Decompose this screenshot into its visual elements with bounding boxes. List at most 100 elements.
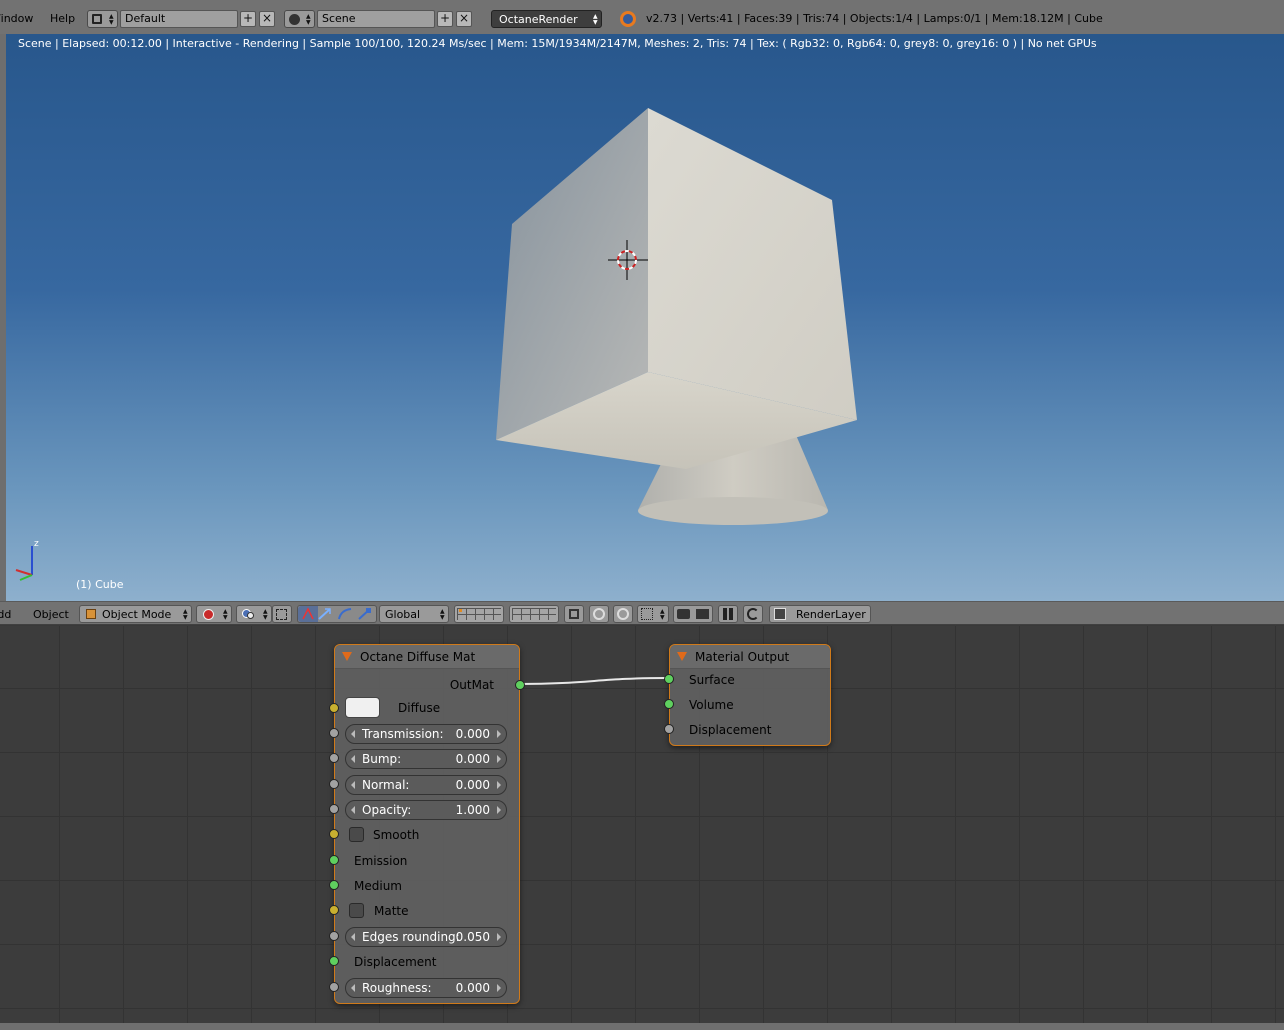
updown-icon: ▲ ▼ (660, 608, 665, 621)
render-animation-icon[interactable] (696, 609, 709, 619)
menu-object[interactable]: Object (33, 608, 69, 621)
matte-socket[interactable] (329, 905, 339, 915)
axis-gizmo-icon (15, 546, 33, 581)
bottom-edge (0, 1023, 1284, 1030)
proportional-edit-button[interactable] (589, 605, 609, 623)
increment-arrow-icon[interactable] (497, 984, 501, 992)
cube-mode-icon (86, 609, 96, 619)
normal-slider[interactable]: Normal: 0.000 (345, 775, 507, 795)
displacement-label: Displacement (354, 955, 437, 969)
displacement-input-socket[interactable] (329, 956, 339, 966)
edges-rounding-slider[interactable]: Edges rounding: 0.050 (345, 927, 507, 947)
increment-arrow-icon[interactable] (497, 730, 501, 738)
surface-socket[interactable] (664, 674, 674, 684)
decrement-arrow-icon[interactable] (351, 755, 355, 763)
increment-arrow-icon[interactable] (497, 806, 501, 814)
medium-socket[interactable] (329, 880, 339, 890)
menu-help[interactable]: Help (50, 12, 75, 25)
render-layer-icon (774, 608, 786, 620)
viewport-shading-dropdown[interactable]: ▲ ▼ (196, 605, 232, 623)
emission-socket[interactable] (329, 855, 339, 865)
pause-button[interactable] (718, 605, 738, 623)
snap-toggle-button[interactable] (613, 605, 633, 623)
diffuse-color-swatch[interactable] (345, 697, 380, 718)
node-title: Octane Diffuse Mat (360, 650, 476, 664)
volume-socket[interactable] (664, 699, 674, 709)
pause-icon-bar (729, 608, 733, 620)
decrement-arrow-icon[interactable] (351, 781, 355, 789)
bump-slider[interactable]: Bump: 0.000 (345, 749, 507, 769)
increment-arrow-icon[interactable] (497, 781, 501, 789)
menu-window[interactable]: Window (0, 12, 33, 25)
layout-icon (92, 14, 102, 24)
magnet-icon (617, 608, 629, 620)
screen-layout-name[interactable]: Default (120, 10, 238, 28)
scene-selector[interactable]: ▲ ▼ (284, 10, 315, 28)
surface-label: Surface (689, 673, 735, 687)
node-header[interactable]: Material Output (670, 645, 830, 669)
opacity-socket[interactable] (329, 804, 339, 814)
outmat-socket[interactable] (515, 680, 525, 690)
render-layer-field[interactable]: RenderLayer (769, 605, 871, 623)
roughness-slider[interactable]: Roughness: 0.000 (345, 978, 507, 998)
transmission-socket[interactable] (329, 728, 339, 738)
add-scene-button[interactable]: + (437, 11, 453, 27)
refresh-icon (747, 608, 759, 620)
layer-buttons-a[interactable] (454, 605, 504, 623)
3d-viewport[interactable]: Scene | Elapsed: 00:12.00 | Interactive … (6, 34, 1284, 602)
top-header: Window Help ▲▼ Default + × ▲▼ Scene + × … (0, 0, 1284, 38)
node-title: Material Output (695, 650, 790, 664)
manipulator-icons (302, 607, 371, 620)
layer-buttons-b[interactable] (509, 605, 559, 623)
bump-socket[interactable] (329, 753, 339, 763)
smooth-checkbox[interactable] (349, 827, 364, 842)
transmission-slider[interactable]: Transmission: 0.000 (345, 724, 507, 744)
add-layout-button[interactable]: + (240, 11, 256, 27)
collapse-triangle-icon[interactable] (342, 652, 352, 661)
octane-diffuse-node[interactable]: Octane Diffuse Mat OutMat Diffuse Transm… (329, 644, 525, 1004)
snap-element-dropdown[interactable]: ▲ ▼ (637, 605, 669, 623)
matte-checkbox[interactable] (349, 903, 364, 918)
medium-label: Medium (354, 879, 402, 893)
updown-icon: ▲ ▼ (593, 13, 598, 26)
opacity-slider[interactable]: Opacity: 1.000 (345, 800, 507, 820)
lock-camera-button[interactable] (564, 605, 584, 623)
decrement-arrow-icon[interactable] (351, 806, 355, 814)
displacement-output-socket[interactable] (664, 724, 674, 734)
decrement-arrow-icon[interactable] (351, 984, 355, 992)
refresh-button[interactable] (743, 605, 763, 623)
manipulator-group (297, 605, 377, 623)
increment-arrow-icon[interactable] (497, 933, 501, 941)
edges-rounding-socket[interactable] (329, 931, 339, 941)
render-still-icon[interactable] (677, 609, 690, 619)
pivot-point-dropdown[interactable]: ▲ ▼ (236, 605, 272, 623)
scene-icon (289, 14, 300, 25)
remove-scene-button[interactable]: × (456, 11, 472, 27)
transform-orientation-dropdown[interactable]: Global ▲ ▼ (379, 605, 449, 623)
node-editor[interactable]: Octane Diffuse Mat OutMat Diffuse Transm… (0, 626, 1284, 1023)
shading-sphere-icon (203, 609, 214, 620)
menu-add[interactable]: Add (0, 608, 11, 621)
layer-grid (512, 608, 556, 620)
decrement-arrow-icon[interactable] (351, 933, 355, 941)
render-engine-dropdown[interactable]: OctaneRender ▲ ▼ (491, 10, 602, 28)
smooth-socket[interactable] (329, 829, 339, 839)
pivot-align-button[interactable] (272, 605, 292, 623)
increment-arrow-icon[interactable] (497, 755, 501, 763)
scene-name[interactable]: Scene (317, 10, 435, 28)
normal-socket[interactable] (329, 779, 339, 789)
screen-layout-selector[interactable]: ▲ ▼ (87, 10, 118, 28)
mode-dropdown[interactable]: Object Mode ▲ ▼ (79, 605, 192, 623)
updown-icon: ▲ ▼ (223, 608, 228, 621)
pause-icon (723, 608, 727, 620)
remove-layout-button[interactable]: × (259, 11, 275, 27)
diffuse-socket[interactable] (329, 703, 339, 713)
active-layer-dot (459, 609, 462, 612)
node-header[interactable]: Octane Diffuse Mat (335, 645, 519, 669)
material-output-node[interactable]: Material Output Surface Volume Displacem… (664, 644, 831, 746)
decrement-arrow-icon[interactable] (351, 730, 355, 738)
roughness-socket[interactable] (329, 982, 339, 992)
scene-stats: v2.73 | Verts:41 | Faces:39 | Tris:74 | … (646, 12, 1103, 25)
collapse-triangle-icon[interactable] (677, 652, 687, 661)
displacement-label: Displacement (689, 723, 772, 737)
